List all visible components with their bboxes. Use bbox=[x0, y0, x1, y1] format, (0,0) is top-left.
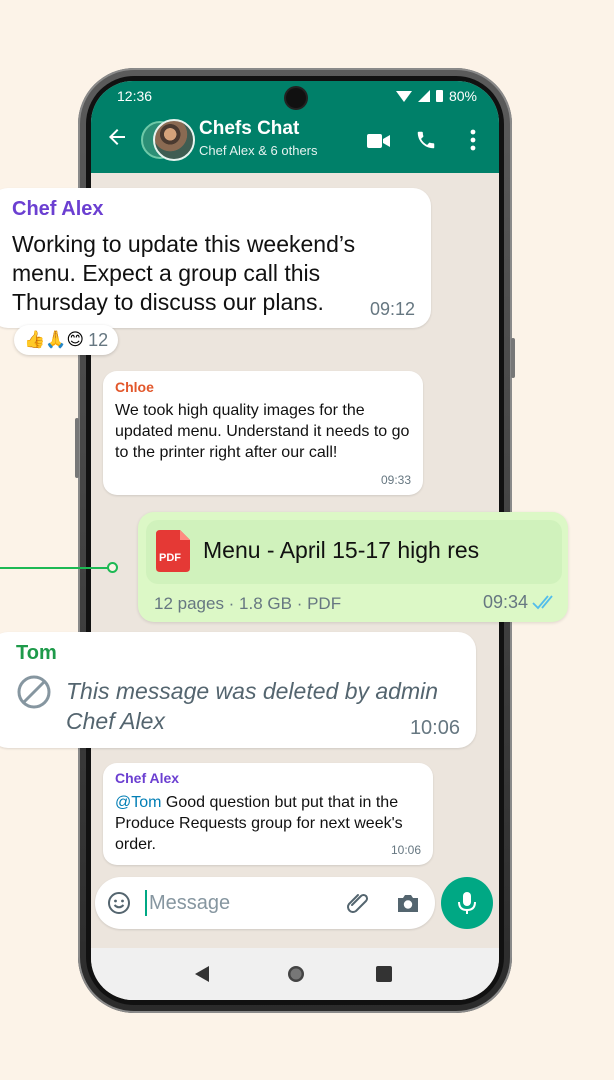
reaction-count: 12 bbox=[88, 329, 109, 350]
deleted-icon bbox=[17, 675, 51, 709]
reactions-pill[interactable]: 👍🙏😊 12 bbox=[14, 325, 119, 355]
connector-dot bbox=[107, 562, 118, 573]
file-name: Menu - April 15-17 high res bbox=[203, 537, 480, 563]
message-bubble-chloe[interactable]: Chloe We took high quality images for th… bbox=[103, 371, 423, 495]
attach-icon[interactable] bbox=[345, 891, 371, 915]
status-icons: 80% bbox=[395, 88, 477, 104]
mic-button[interactable] bbox=[441, 877, 493, 929]
message-time: 10:06 bbox=[409, 717, 460, 739]
group-avatar[interactable] bbox=[141, 117, 195, 163]
deleted-message-text: This message was deleted by admin Chef A… bbox=[66, 678, 439, 734]
chat-header: 12:36 80% Chefs Chat Chef Alex & 6 other… bbox=[91, 81, 499, 173]
cellular-icon bbox=[417, 90, 430, 102]
front-camera bbox=[286, 88, 306, 108]
file-attachment[interactable]: PDF Menu - April 15-17 high res bbox=[146, 520, 562, 584]
message-input[interactable]: Message bbox=[149, 892, 230, 915]
message-input-bar: Message bbox=[95, 877, 435, 929]
volume-button bbox=[75, 418, 79, 478]
message-sender: Tom bbox=[16, 642, 57, 664]
message-sender: Chef Alex bbox=[12, 198, 104, 220]
message-time: 09:34 bbox=[482, 592, 528, 612]
message-time: 09:33 bbox=[380, 473, 411, 487]
message-text-wrapper: @Tom Good question but put that in the P… bbox=[115, 792, 425, 855]
avatar-photo bbox=[153, 119, 195, 161]
power-button bbox=[511, 338, 515, 378]
status-time: 12:36 bbox=[117, 88, 153, 104]
battery-icon bbox=[435, 90, 443, 102]
text-cursor bbox=[145, 890, 147, 916]
android-nav-bar bbox=[91, 948, 499, 1000]
file-meta: 12 pages · 1.8 GB · PDF bbox=[154, 594, 342, 613]
wifi-icon bbox=[395, 90, 412, 102]
voice-call-icon[interactable] bbox=[415, 129, 437, 151]
double-check-icon bbox=[532, 595, 553, 610]
mention-link[interactable]: @Tom bbox=[115, 794, 161, 811]
message-sender: Chloe bbox=[115, 379, 154, 395]
message-text: We took high quality images for the upda… bbox=[115, 402, 410, 461]
pdf-icon: PDF bbox=[156, 530, 190, 572]
video-call-icon[interactable] bbox=[367, 133, 391, 149]
message-text: Working to update this weekend’s menu. E… bbox=[12, 231, 356, 315]
more-options-icon[interactable] bbox=[469, 129, 477, 151]
connector-line bbox=[0, 567, 110, 569]
chat-title[interactable]: Chefs Chat bbox=[199, 118, 299, 140]
message-bubble-chef-alex[interactable]: Chef Alex Working to update this weekend… bbox=[0, 188, 431, 328]
nav-recents-icon[interactable] bbox=[376, 966, 392, 982]
battery-percent: 80% bbox=[448, 88, 477, 104]
camera-icon[interactable] bbox=[395, 891, 421, 915]
message-sender: Chef Alex bbox=[115, 770, 180, 786]
message-time: 09:12 bbox=[369, 299, 415, 319]
chat-subtitle[interactable]: Chef Alex & 6 others bbox=[199, 143, 318, 158]
message-bubble-pdf[interactable]: PDF Menu - April 15-17 high res 12 pages… bbox=[138, 512, 568, 622]
message-time: 10:06 bbox=[390, 843, 421, 857]
mic-icon bbox=[458, 892, 476, 914]
message-bubble-chef-alex-reply[interactable]: Chef Alex @Tom Good question but put tha… bbox=[103, 763, 433, 865]
emoji-icon[interactable] bbox=[107, 891, 131, 915]
nav-home-icon[interactable] bbox=[286, 964, 306, 984]
message-bubble-tom[interactable]: Tom This message was deleted by admin Ch… bbox=[0, 632, 476, 748]
nav-back-icon[interactable] bbox=[193, 965, 211, 983]
reaction-emojis: 👍🙏😊 bbox=[24, 330, 85, 349]
back-arrow-icon[interactable] bbox=[105, 125, 129, 149]
status-bar: 12:36 80% bbox=[91, 81, 499, 111]
pdf-icon-label: PDF bbox=[159, 552, 181, 564]
